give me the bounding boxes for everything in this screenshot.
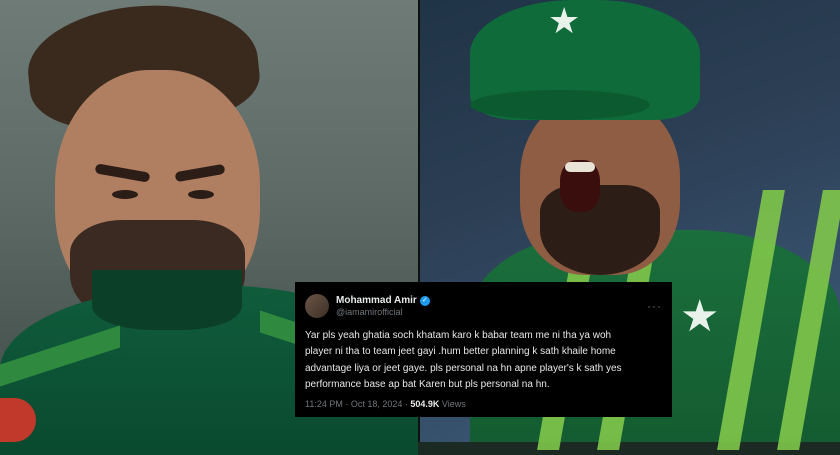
tweet-text: Yar pls yeah ghatia soch khatam karo k b… [305, 330, 622, 391]
tweet-header: Mohammad Amir ✓ @iamamirofficial ··· [305, 290, 662, 322]
tweet-views-count: 504.9K [410, 398, 440, 409]
left-player-collar [92, 270, 242, 330]
more-horizontal-icon[interactable]: ··· [647, 299, 662, 313]
right-player-teeth [565, 162, 595, 172]
right-player-beard [540, 185, 660, 275]
star-icon: ★ [548, 0, 581, 41]
left-player-eye [112, 190, 138, 199]
author-name[interactable]: Mohammad Amir [336, 295, 417, 307]
star-icon: ★ [680, 292, 720, 341]
right-player-cap-brim [470, 90, 650, 120]
tweet-views-label: Views [439, 398, 466, 409]
tweet-timestamp[interactable]: 11:24 PM · Oct 18, 2024 · [305, 399, 410, 409]
tweet-meta: 11:24 PM · Oct 18, 2024 · 504.9K Views [305, 399, 662, 409]
author-name-row: Mohammad Amir ✓ [336, 295, 647, 307]
avatar[interactable] [305, 294, 329, 318]
verified-badge-icon: ✓ [419, 295, 430, 306]
author-handle[interactable]: @iamamirofficial [336, 307, 647, 317]
tweet-author: Mohammad Amir ✓ @iamamirofficial [336, 295, 647, 317]
tweet-card: Mohammad Amir ✓ @iamamirofficial ··· Yar… [295, 282, 672, 417]
left-player-eye [188, 190, 214, 199]
